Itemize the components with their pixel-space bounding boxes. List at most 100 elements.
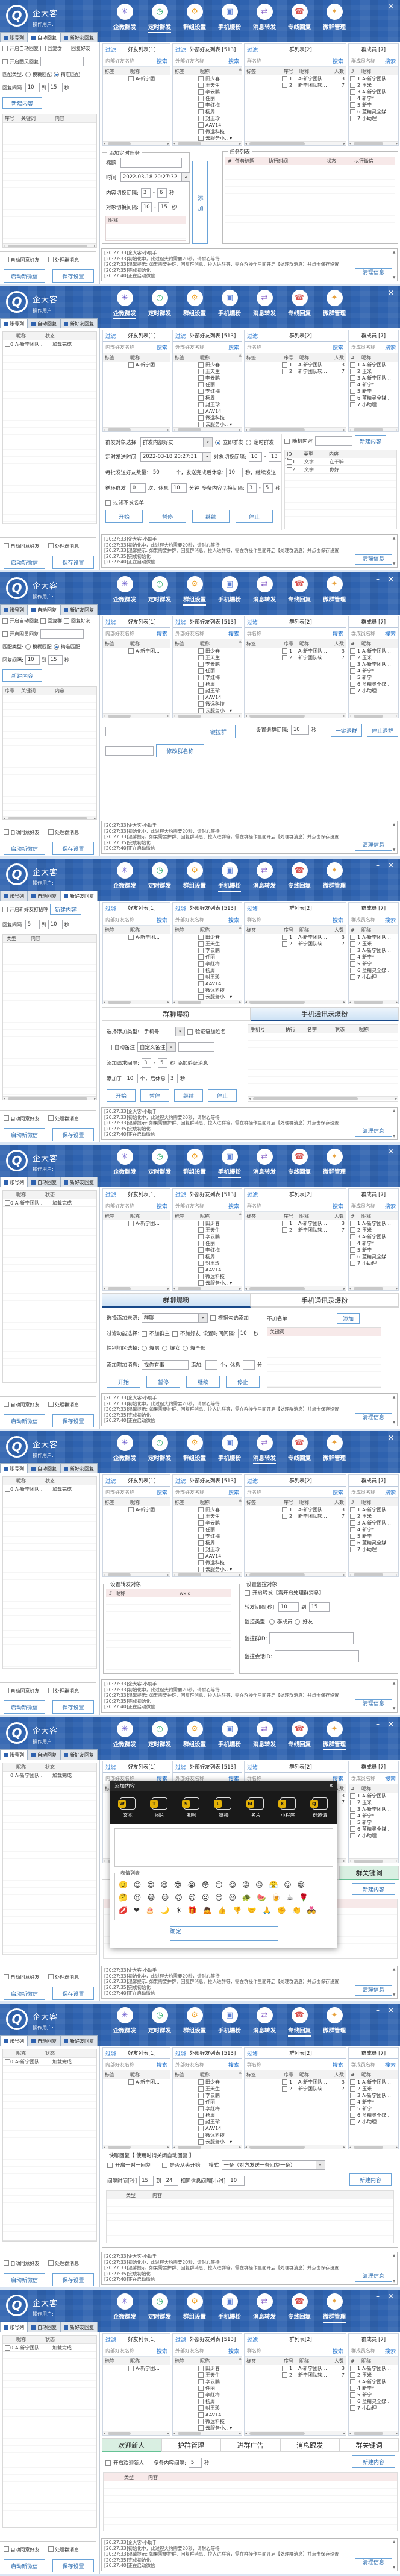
add-task-button[interactable]: 添加 [192,161,208,244]
list-item[interactable]: A-新宁团... [103,75,170,82]
list-item[interactable]: 杨周 [173,1540,242,1546]
close-button[interactable]: ✕ [388,2292,394,2301]
list-item[interactable]: 2玉米 [349,2086,398,2092]
close-button[interactable]: ✕ [388,2,394,11]
nav-item-phone-fans[interactable]: ▣手机爆粉 [216,576,243,606]
list-item[interactable]: 1A-新宁团队...3 [245,2079,346,2086]
member-search-input[interactable]: 群成员名称 [351,1489,385,1496]
nav-item-group-settings[interactable]: ⚙群组设置 [181,1149,208,1178]
pull-group-input[interactable] [105,727,193,736]
nav-item-msg-forward[interactable]: ⇄消息转发 [251,862,278,892]
reply-group-checkbox[interactable] [40,618,46,624]
handle-group-msg-checkbox[interactable] [48,257,54,262]
list-item[interactable]: 4新宁* [349,1813,398,1819]
column-hscrollbar[interactable]: ◂▸ [349,1286,398,1290]
filter-link[interactable]: 过滤 [247,2336,258,2343]
nav-item-group-settings[interactable]: ⚙群组设置 [181,4,208,33]
member-search-input[interactable]: 群成员名称 [351,917,385,923]
list-item[interactable]: 5新宁 [349,1247,398,1253]
switch-interval-to-input[interactable]: 13 [269,452,282,462]
column-hscrollbar[interactable]: ◂▸ [103,1000,170,1004]
search-button[interactable]: 搜索 [333,2347,343,2355]
switch-interval-from-input[interactable]: 10 [249,452,262,462]
list-item[interactable]: 王天生 [173,368,242,375]
list-item[interactable]: 2新宁团队软...7 [245,82,346,89]
list-item[interactable]: 李红梅 [173,961,242,967]
list-item[interactable]: 王天生 [173,941,242,947]
log-vscrollbar[interactable]: ▲▼ [392,2253,396,2284]
interval-to-input[interactable]: 24 [164,2176,178,2186]
multi-interval-to-input[interactable]: 5 [263,483,273,493]
batch-count-input[interactable]: 50 [151,468,173,477]
scroll-right-icon[interactable]: ▸ [94,816,96,820]
filter-link[interactable]: 过滤 [105,2336,116,2343]
tab-auto-reply[interactable]: 自动回复 [28,1749,60,1760]
column-hscrollbar[interactable]: ◂▸ [349,1858,398,1863]
handle-group-msg-checkbox[interactable] [48,1402,54,1407]
tab-new-friend-reply[interactable]: 新好友回复 [60,891,98,901]
list-item[interactable]: 7小助理 [349,974,398,980]
tab-account-list[interactable]: 账号列 [0,891,28,901]
image-type-button[interactable]: T图片 [152,1797,167,1819]
nav-item-phone-fans[interactable]: ▣手机爆粉 [216,290,243,319]
loop-rest-input[interactable]: 10 [171,483,187,493]
list-item[interactable]: 王天生 [173,2372,242,2378]
scroll-down-icon[interactable]: ▼ [393,847,396,853]
list-item[interactable]: 任丽 [173,2099,242,2105]
list-item[interactable]: 李云鹏 [173,1520,242,1526]
list-item[interactable]: 2新宁团队软...7 [245,654,346,661]
list-item[interactable]: 云服务小..▾ [173,1566,242,1572]
group-search-input[interactable]: 群名称 [247,917,333,923]
list-item[interactable]: 7小助理 [349,1546,398,1553]
tab-group-chat-fans[interactable]: 群聊爆粉 [102,1007,251,1021]
internal-search-input[interactable]: 内部好友名称 [105,344,157,351]
video-type-button[interactable]: S视频 [184,1797,199,1819]
task-title-input[interactable] [120,158,182,168]
list-item[interactable]: AAV14 [173,980,242,987]
forward-interval-to-input[interactable]: 15 [309,1602,330,1612]
filter-link[interactable]: 过滤 [105,1191,116,1199]
scroll-up-icon[interactable]: ▲ [393,249,396,255]
nav-item-qiwei-bulk[interactable]: ✳企微群发 [111,576,139,606]
auto-accept-friend-checkbox[interactable] [4,829,9,835]
column-hscrollbar[interactable]: ◂▸ [349,427,398,431]
text-type-button[interactable]: W文本 [120,1797,136,1819]
column-hscrollbar[interactable]: ◂▸ [173,2145,242,2149]
clear-log-button[interactable]: 清理信息 [355,841,392,851]
pause-button[interactable]: 暂停 [146,1376,180,1388]
tab-auto-reply[interactable]: 自动回复 [28,604,60,615]
search-button[interactable]: 搜索 [385,1488,396,1496]
save-settings-button[interactable]: 保存设置 [52,1128,94,1141]
nav-item-hotline-reply[interactable]: ☎专线回复 [286,2007,313,2037]
add-source-select[interactable]: 群聊 [142,1313,208,1323]
nav-item-qiwei-bulk[interactable]: ✳企微群发 [111,4,139,33]
nav-item-qiwei-bulk[interactable]: ✳企微群发 [111,2293,139,2323]
list-item[interactable]: 杨周 [173,395,242,401]
start-wechat-button[interactable]: 启动新微信 [4,1414,45,1427]
content-row[interactable]: 1文字在干嘛 [285,458,396,466]
filter-link[interactable]: 过滤 [247,618,258,626]
list-item[interactable]: 4新宁* [349,1240,398,1247]
column-hscrollbar[interactable]: ◂▸ [103,2145,170,2149]
start-button[interactable]: 开始 [107,1089,136,1102]
filter-link[interactable]: 过滤 [175,1191,186,1199]
greet-hscrollbar[interactable]: ◂▸ [3,1096,96,1100]
monitor-group-id-input[interactable] [269,1632,354,1644]
minimize-button[interactable]: – [376,2,380,11]
internal-search-input[interactable]: 内部好友名称 [105,2061,157,2068]
external-search-input[interactable]: 外部好友名称 [175,917,228,923]
list-item[interactable]: 5新宁 [349,102,398,108]
skip-owner-checkbox[interactable] [142,1331,147,1337]
list-item[interactable]: 3A-新宁团队... [349,1233,398,1240]
tab-new-friend-reply[interactable]: 新好友回复 [60,1177,98,1187]
list-item[interactable]: 2玉米 [349,941,398,947]
card-type-button[interactable]: M名片 [248,1797,264,1819]
list-item[interactable]: AAV14 [173,1553,242,1559]
list-item[interactable]: 任丽 [173,954,242,961]
column-hscrollbar[interactable]: ◂▸ [173,141,242,145]
nav-item-msg-forward[interactable]: ⇄消息转发 [251,290,278,319]
nav-item-qiwei-bulk[interactable]: ✳企微群发 [111,1435,139,1464]
list-item[interactable]: 封王珍 [173,688,242,694]
list-item[interactable]: 2玉米 [349,1799,398,1806]
list-item[interactable]: 李云鹏 [173,947,242,954]
